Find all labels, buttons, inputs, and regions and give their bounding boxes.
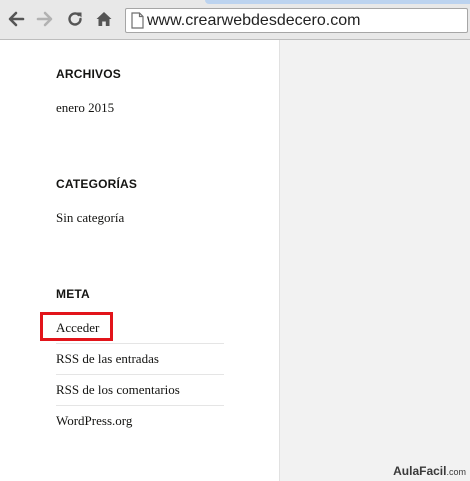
forward-arrow-icon <box>36 11 53 27</box>
reload-button[interactable] <box>65 9 85 29</box>
web-page: ARCHIVOS enero 2015 CATEGORÍAS Sin categ… <box>0 40 470 481</box>
url-input[interactable] <box>147 10 465 31</box>
list-item: WordPress.org <box>56 405 224 436</box>
reload-icon <box>68 12 82 26</box>
list-item: RSS de las entradas <box>56 343 224 374</box>
list-item: RSS de los comentarios <box>56 374 224 405</box>
widget-sidebar: ARCHIVOS enero 2015 CATEGORÍAS Sin categ… <box>0 40 279 481</box>
main-content-area <box>279 40 470 481</box>
watermark-brand: AulaFacil <box>393 464 447 478</box>
active-tab-edge <box>205 0 470 4</box>
entries-rss-link[interactable]: RSS de las entradas <box>56 351 159 366</box>
meta-widget-title: META <box>56 287 90 301</box>
home-icon <box>96 12 112 26</box>
wordpress-org-link[interactable]: WordPress.org <box>56 413 132 428</box>
archives-widget-title: ARCHIVOS <box>56 67 121 81</box>
list-item: enero 2015 <box>56 93 224 123</box>
comments-rss-link[interactable]: RSS de los comentarios <box>56 382 180 397</box>
list-item: Sin categoría <box>56 203 224 233</box>
browser-toolbar <box>0 0 470 40</box>
archive-link-enero-2015[interactable]: enero 2015 <box>56 100 114 115</box>
forward-button[interactable] <box>35 9 55 29</box>
archives-list: enero 2015 <box>56 93 224 123</box>
home-button[interactable] <box>94 9 114 29</box>
address-bar[interactable] <box>125 8 468 33</box>
highlight-annotation-box <box>40 312 113 341</box>
watermark-suffix: .com <box>446 467 466 477</box>
back-button[interactable] <box>6 9 26 29</box>
categories-widget-title: CATEGORÍAS <box>56 177 138 191</box>
aulafacil-watermark: AulaFacil.com <box>393 464 466 478</box>
category-link-sin-categoria[interactable]: Sin categoría <box>56 210 124 225</box>
back-arrow-icon <box>8 11 25 27</box>
categories-list: Sin categoría <box>56 203 224 233</box>
page-icon <box>131 12 144 29</box>
